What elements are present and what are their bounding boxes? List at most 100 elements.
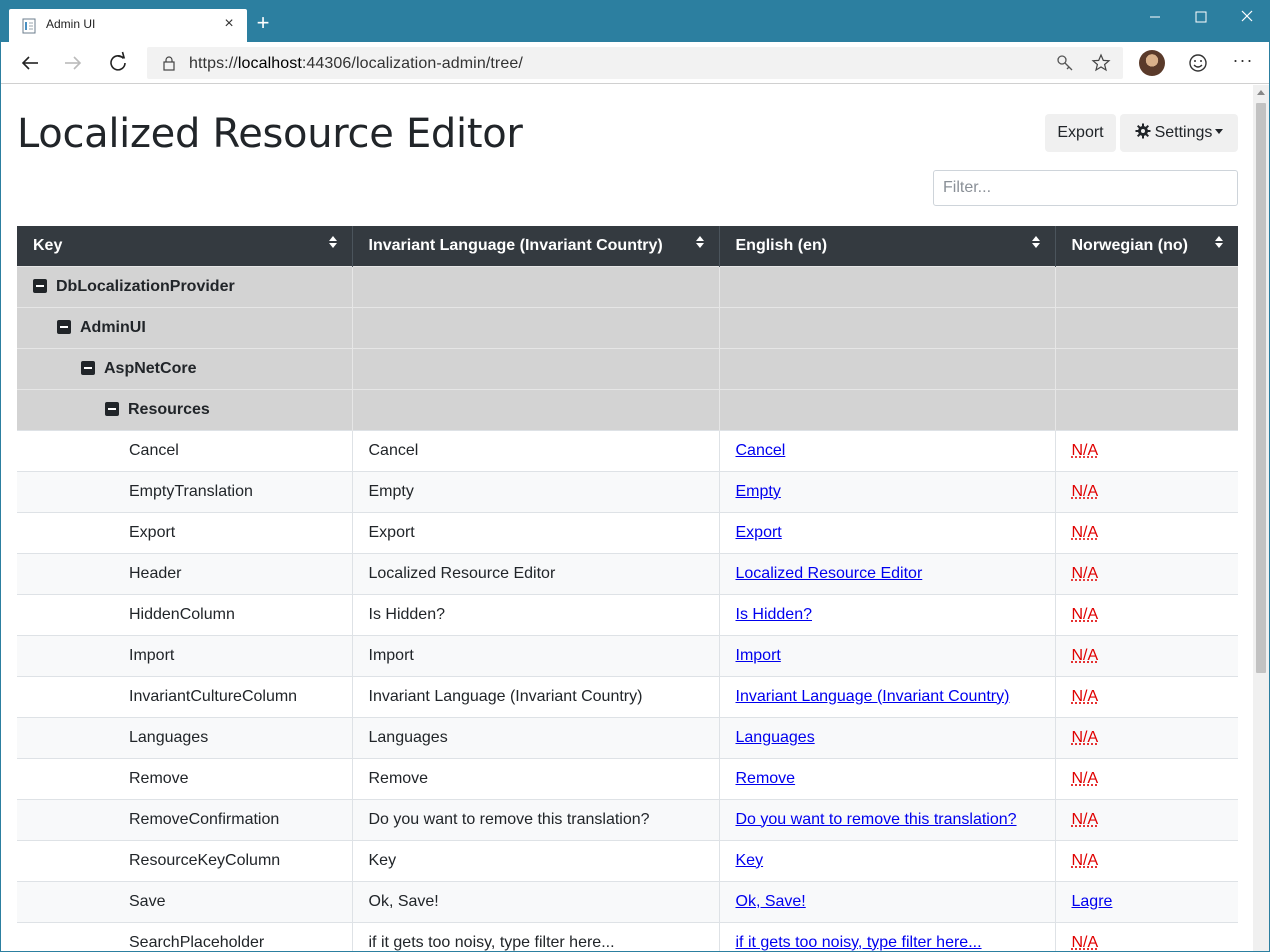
new-tab-icon[interactable]: + — [253, 12, 273, 34]
resource-key-cell: Remove — [17, 757, 353, 799]
url-prefix: https:// — [189, 55, 238, 72]
missing-translation-link[interactable]: N/A — [1072, 442, 1099, 459]
collapse-icon[interactable] — [81, 360, 95, 375]
resource-key-cell: ResourceKeyColumn — [17, 839, 353, 881]
english-translation-link[interactable]: Invariant Language (Invariant Country) — [736, 688, 1010, 705]
maximize-icon[interactable] — [1178, 3, 1224, 31]
group-empty-cell — [352, 306, 720, 348]
missing-translation-link[interactable]: N/A — [1072, 483, 1099, 500]
page-title: Localized Resource Editor — [17, 111, 523, 157]
english-translation-link[interactable]: Key — [736, 852, 764, 869]
english-cell: Do you want to remove this translation? — [719, 798, 1056, 840]
sort-icon[interactable] — [1214, 235, 1224, 249]
english-translation-link[interactable]: if it gets too noisy, type filter here..… — [736, 934, 982, 951]
invariant-cell: Ok, Save! — [352, 880, 720, 922]
group-empty-cell — [352, 388, 720, 430]
english-cell: Export — [719, 511, 1056, 553]
english-translation-link[interactable]: Do you want to remove this translation? — [736, 811, 1017, 828]
missing-translation-link[interactable]: N/A — [1072, 770, 1099, 787]
table-row: Cancel Cancel Cancel N/A — [17, 429, 1238, 471]
missing-translation-link[interactable]: N/A — [1072, 688, 1099, 705]
english-translation-link[interactable]: Empty — [736, 483, 781, 500]
more-options-icon[interactable]: ··· — [1231, 51, 1255, 75]
missing-translation-link[interactable]: N/A — [1072, 729, 1099, 746]
tab-close-icon[interactable]: × — [219, 14, 239, 34]
missing-translation-link[interactable]: N/A — [1072, 524, 1099, 541]
scrollbar-thumb[interactable] — [1256, 103, 1266, 673]
norwegian-cell: N/A — [1055, 552, 1238, 594]
tab-title: Admin UI — [46, 17, 96, 31]
group-key-cell: Resources — [17, 388, 353, 430]
table-row: Languages Languages Languages N/A — [17, 716, 1238, 758]
missing-translation-link[interactable]: N/A — [1072, 934, 1099, 951]
english-translation-link[interactable]: Import — [736, 647, 781, 664]
group-empty-cell — [1055, 347, 1238, 389]
missing-translation-link[interactable]: N/A — [1072, 852, 1099, 869]
forward-arrow-icon[interactable] — [59, 49, 87, 77]
url-text[interactable]: https://localhost:44306/localization-adm… — [189, 55, 523, 73]
key-icon[interactable] — [1056, 54, 1074, 72]
vertical-scrollbar[interactable] — [1253, 85, 1269, 951]
norwegian-cell: N/A — [1055, 429, 1238, 471]
column-header-english[interactable]: English (en) — [719, 226, 1056, 266]
missing-translation-link[interactable]: N/A — [1072, 811, 1099, 828]
browser-tab[interactable]: Admin UI × — [9, 9, 247, 42]
address-bar[interactable]: https://localhost:44306/localization-adm… — [147, 47, 1123, 79]
group-label: AdminUI — [80, 318, 146, 336]
missing-translation-link[interactable]: N/A — [1072, 565, 1099, 582]
column-header-label: Invariant Language (Invariant Country) — [368, 236, 663, 254]
group-row: AdminUI — [17, 306, 1238, 348]
settings-button[interactable]: Settings — [1120, 114, 1238, 152]
column-header-norwegian[interactable]: Norwegian (no) — [1055, 226, 1238, 266]
feedback-smiley-icon[interactable] — [1186, 51, 1210, 75]
sort-icon[interactable] — [328, 235, 338, 249]
column-header-key[interactable]: Key — [17, 226, 353, 266]
table-row: Import Import Import N/A — [17, 634, 1238, 676]
resource-key-cell: Export — [17, 511, 353, 553]
collapse-icon[interactable] — [33, 278, 47, 293]
invariant-cell: Import — [352, 634, 720, 676]
english-translation-link[interactable]: Remove — [736, 770, 796, 787]
scroll-up-arrow-icon[interactable] — [1253, 85, 1269, 101]
english-cell: Is Hidden? — [719, 593, 1056, 635]
english-cell: Languages — [719, 716, 1056, 758]
collapse-icon[interactable] — [105, 401, 119, 416]
window-close-icon[interactable] — [1224, 3, 1270, 31]
english-translation-link[interactable]: Languages — [736, 729, 815, 746]
english-translation-link[interactable]: Export — [736, 524, 782, 541]
missing-translation-link[interactable]: N/A — [1072, 606, 1099, 623]
english-translation-link[interactable]: Cancel — [736, 442, 786, 459]
export-button[interactable]: Export — [1045, 114, 1116, 152]
norwegian-cell: Lagre — [1055, 880, 1238, 922]
filter-input[interactable] — [933, 170, 1238, 206]
missing-translation-link[interactable]: N/A — [1072, 647, 1099, 664]
reload-icon[interactable] — [104, 49, 132, 77]
column-header-invariant[interactable]: Invariant Language (Invariant Country) — [352, 226, 720, 266]
group-label: DbLocalizationProvider — [56, 277, 235, 295]
minimize-icon[interactable] — [1132, 3, 1178, 31]
norwegian-translation-link[interactable]: Lagre — [1072, 893, 1113, 910]
table-row: InvariantCultureColumn Invariant Language… — [17, 675, 1238, 717]
address-toolbar: https://localhost:44306/localization-adm… — [1, 42, 1269, 84]
sort-icon[interactable] — [695, 235, 705, 249]
english-translation-link[interactable]: Is Hidden? — [736, 606, 813, 623]
settings-label: Settings — [1154, 124, 1213, 141]
profile-avatar[interactable] — [1139, 50, 1165, 76]
page-content: Localized Resource Editor Export Setting… — [1, 85, 1253, 951]
english-translation-link[interactable]: Ok, Save! — [736, 893, 806, 910]
norwegian-cell: N/A — [1055, 839, 1238, 881]
table-row: EmptyTranslation Empty Empty N/A — [17, 470, 1238, 512]
collapse-icon[interactable] — [57, 319, 71, 334]
invariant-cell: Key — [352, 839, 720, 881]
back-arrow-icon[interactable] — [16, 49, 44, 77]
english-cell: Key — [719, 839, 1056, 881]
favorite-star-icon[interactable] — [1091, 53, 1111, 73]
resource-key-cell: Save — [17, 880, 353, 922]
table-row: Save Ok, Save! Ok, Save! Lagre — [17, 880, 1238, 922]
norwegian-cell: N/A — [1055, 634, 1238, 676]
english-translation-link[interactable]: Localized Resource Editor — [736, 565, 923, 582]
english-cell: Localized Resource Editor — [719, 552, 1056, 594]
norwegian-cell: N/A — [1055, 716, 1238, 758]
group-key-cell: DbLocalizationProvider — [17, 265, 353, 307]
sort-icon[interactable] — [1031, 235, 1041, 249]
